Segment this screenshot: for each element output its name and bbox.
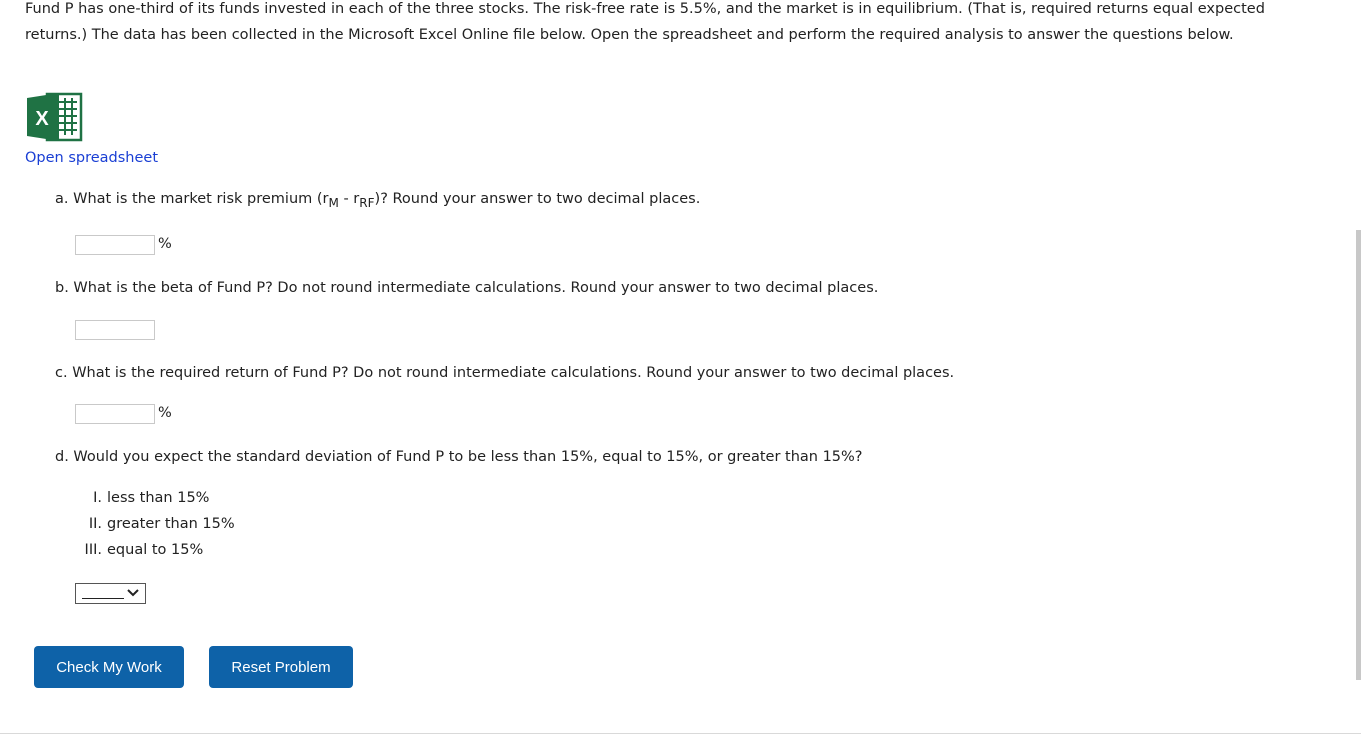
option-2: II. greater than 15% bbox=[78, 516, 235, 532]
select-blank-line bbox=[82, 598, 124, 599]
open-spreadsheet-link[interactable]: Open spreadsheet bbox=[25, 150, 158, 166]
answer-c-unit: % bbox=[158, 405, 172, 421]
option-3-numeral: III. bbox=[84, 542, 102, 558]
excel-icon-letter: X bbox=[35, 108, 49, 130]
option-3-label: equal to 15% bbox=[107, 542, 204, 558]
answer-c-input[interactable] bbox=[75, 404, 155, 424]
question-c: c. What is the required return of Fund P… bbox=[55, 365, 955, 381]
question-a-text-3: )? Round your answer to two decimal plac… bbox=[374, 191, 701, 207]
check-my-work-button[interactable]: Check My Work bbox=[34, 646, 184, 688]
option-2-numeral: II. bbox=[88, 516, 102, 532]
option-3: III. equal to 15% bbox=[78, 542, 204, 558]
chevron-down-icon bbox=[127, 589, 139, 597]
option-1-label: less than 15% bbox=[107, 490, 210, 506]
subscript-m: M bbox=[328, 196, 339, 210]
question-a-text-2: - r bbox=[338, 191, 360, 207]
problem-intro: Fund P has one-third of its funds invest… bbox=[25, 1, 1265, 43]
option-2-label: greater than 15% bbox=[107, 516, 235, 532]
option-1-numeral: I. bbox=[93, 490, 102, 506]
reset-problem-button[interactable]: Reset Problem bbox=[209, 646, 353, 688]
answer-d-select[interactable] bbox=[75, 583, 146, 604]
question-b: b. What is the beta of Fund P? Do not ro… bbox=[55, 280, 879, 296]
question-a-text-1: a. What is the market risk premium (r bbox=[55, 191, 329, 207]
subscript-rf: RF bbox=[359, 196, 375, 210]
bottom-divider bbox=[0, 733, 1361, 734]
scrollbar[interactable] bbox=[1356, 230, 1361, 680]
option-1: I. less than 15% bbox=[78, 490, 209, 506]
answer-a-unit: % bbox=[158, 236, 172, 252]
excel-icon[interactable]: X bbox=[27, 92, 83, 142]
answer-b-input[interactable] bbox=[75, 320, 155, 340]
question-d: d. Would you expect the standard deviati… bbox=[55, 449, 863, 465]
question-a: a. What is the market risk premium (rM -… bbox=[55, 191, 700, 210]
answer-a-input[interactable] bbox=[75, 235, 155, 255]
